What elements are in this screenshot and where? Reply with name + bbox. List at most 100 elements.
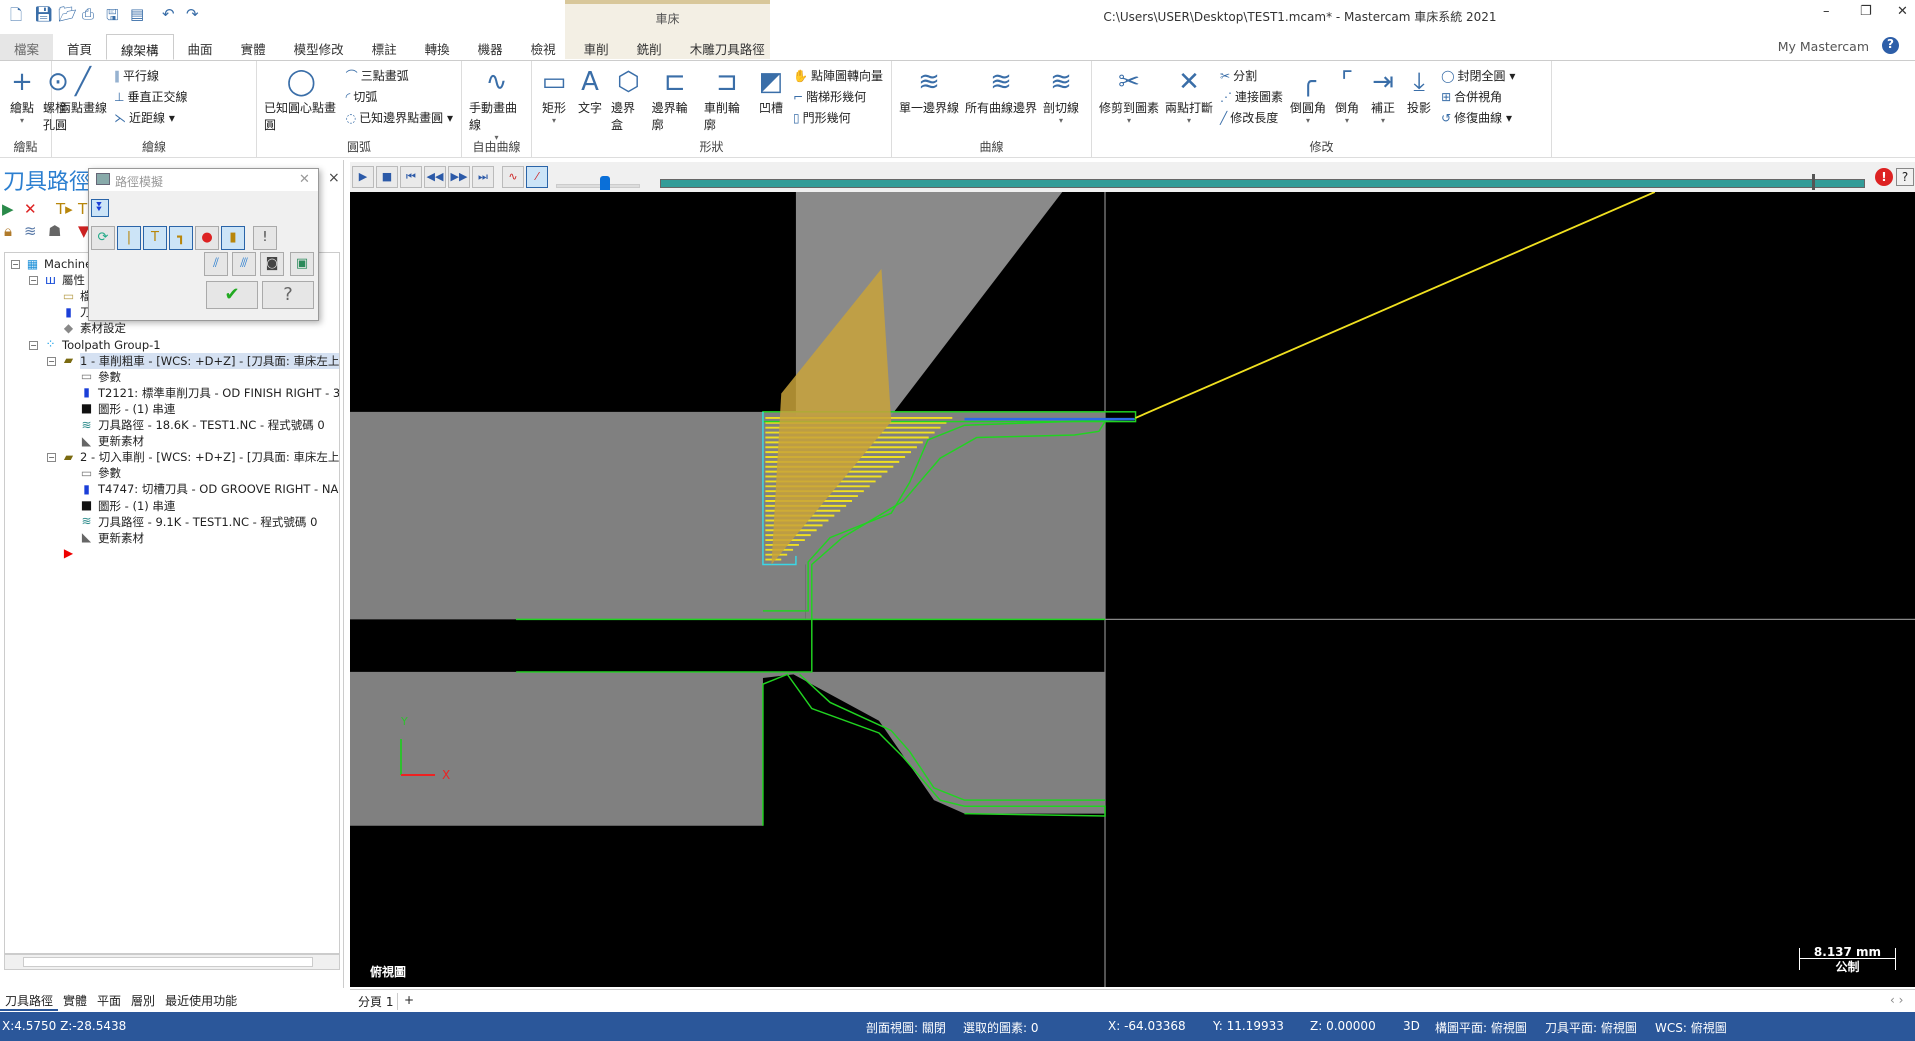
tab-11[interactable]: 銑削 xyxy=(623,34,676,60)
tool-plane[interactable]: 刀具平面: 俯視圖 xyxy=(1545,1019,1637,1036)
tree-item[interactable]: ▶ xyxy=(61,546,80,562)
simulation-progress-bar[interactable] xyxy=(660,179,1865,188)
new-icon[interactable]: 🗋︎ xyxy=(10,5,22,30)
panel-tab-3[interactable]: 層別 xyxy=(126,989,160,1011)
viewsheet-tab-1[interactable]: 分頁 1 xyxy=(354,993,399,1010)
add-viewsheet-button[interactable]: + xyxy=(404,993,414,1007)
ribbon-small-button[interactable]: ⌒ 三點畫弧 xyxy=(346,67,453,84)
panel-tab-1[interactable]: 實體 xyxy=(58,989,92,1011)
ribbon-small-button[interactable]: ✂ 分割 xyxy=(1220,67,1283,84)
step-back-icon[interactable]: ◀◀ xyxy=(424,166,446,188)
expand-dialog-icon[interactable]: ⏬︎ xyxy=(91,199,109,217)
properties-icon[interactable]: ▤ xyxy=(130,5,144,23)
my-mastercam-link[interactable]: My Mastercam xyxy=(1778,39,1869,54)
ribbon-small-button[interactable]: ⌐ 階梯形幾何 xyxy=(793,88,883,105)
show-tool-icon[interactable]: | xyxy=(117,226,141,250)
tab-5[interactable]: 模型修改 xyxy=(280,34,358,60)
construction-plane[interactable]: 構圖平面: 俯視圖 xyxy=(1435,1019,1527,1036)
ribbon-small-button[interactable]: ⋋ 近距線 ▾ xyxy=(114,109,187,126)
section-view-status[interactable]: 剖面視圖: 關閉 xyxy=(866,1019,946,1036)
path-lines-icon[interactable]: ⫽ xyxy=(204,252,228,276)
ribbon-small-button[interactable]: ✋ 點陣圖轉向量 xyxy=(793,67,883,84)
dialog-close-button[interactable]: ✕ xyxy=(299,172,310,187)
tree-item[interactable]: ◣ 更新素材 xyxy=(79,433,144,449)
tree-horizontal-scrollbar[interactable] xyxy=(4,954,340,970)
graphics-viewport[interactable]: Y X 俯視圖 8.137 mm 公制 xyxy=(350,191,1915,987)
tab-4[interactable]: 實體 xyxy=(227,34,280,60)
help-icon[interactable]: ? xyxy=(1882,37,1899,54)
shaded-tool-icon[interactable]: ▮ xyxy=(221,226,245,250)
print-icon[interactable]: ⎙ xyxy=(82,5,94,23)
panel-tab-2[interactable]: 平面 xyxy=(92,989,126,1011)
open-icon[interactable]: 📂︎ xyxy=(58,5,77,23)
ribbon-small-button[interactable]: ◜ 切弧 xyxy=(346,88,453,105)
tree-item[interactable]: ▭ 參數 xyxy=(79,369,121,385)
y-coordinate[interactable]: Y: 11.19933 xyxy=(1213,1019,1284,1033)
lock-icon[interactable]: 🔒︎ xyxy=(4,222,12,240)
tree-expand-toggle[interactable]: − xyxy=(29,340,38,350)
tab-6[interactable]: 標註 xyxy=(358,34,411,60)
panel-tab-4[interactable]: 最近使用功能 xyxy=(160,989,242,1011)
tree-item[interactable]: ◣ 更新素材 xyxy=(79,530,144,546)
tree-expand-toggle[interactable]: − xyxy=(29,276,38,286)
speed-slider[interactable] xyxy=(556,184,640,188)
tree-item[interactable]: ⁘ Toolpath Group-1 xyxy=(43,337,160,353)
tree-item[interactable]: ▦ Machine xyxy=(25,256,92,272)
tab-12[interactable]: 木雕刀具路徑 xyxy=(676,34,779,60)
step-forward-icon[interactable]: ▶▶ xyxy=(448,166,470,188)
save-as-icon[interactable]: 🖫︎ xyxy=(106,5,119,30)
help-button[interactable]: ? xyxy=(262,281,314,309)
go-end-icon[interactable]: ⏭︎ xyxy=(472,166,494,188)
ribbon-small-button[interactable]: ⊥ 垂直正交線 xyxy=(114,88,187,105)
tree-expand-toggle[interactable]: − xyxy=(47,356,56,366)
endpoint-icon[interactable]: ● xyxy=(195,226,219,250)
go-start-icon[interactable]: ⏮︎ xyxy=(400,166,422,188)
panel-tab-0[interactable]: 刀具路徑 xyxy=(0,989,59,1011)
ribbon-small-button[interactable]: ∥ 平行線 xyxy=(114,67,187,84)
close-button[interactable]: ✕ xyxy=(1897,4,1908,19)
tree-item[interactable]: ≋ 刀具路徑 - 18.6K - TEST1.NC - 程式號碼 0 xyxy=(79,417,324,433)
speed-slider-thumb[interactable] xyxy=(600,176,610,190)
regen-dirty-icon[interactable]: T xyxy=(78,200,87,218)
tab-3[interactable]: 曲面 xyxy=(174,34,227,60)
mode-3d-toggle[interactable]: 3D xyxy=(1403,1019,1420,1033)
tree-item[interactable]: ▮ T2121: 標準車削刀具 - OD FINISH RIGHT - 35 DI xyxy=(79,385,339,401)
alert-icon[interactable]: ! xyxy=(253,226,277,250)
stop-simulation-icon[interactable]: ! xyxy=(1875,168,1893,186)
play-icon[interactable]: ▶ xyxy=(352,166,374,188)
undo-icon[interactable]: ↶ xyxy=(162,5,175,23)
tree-item[interactable]: ▮ 刀 xyxy=(61,304,91,320)
tree-expand-toggle[interactable]: − xyxy=(47,453,56,463)
tree-item[interactable]: ▭ 檔 xyxy=(61,288,92,304)
toggle-toolpath-icon[interactable]: ≋ xyxy=(24,222,37,240)
ribbon-small-button[interactable]: ⊞ 合併視角 xyxy=(1441,88,1515,105)
minimize-button[interactable]: – xyxy=(1823,4,1830,19)
tree-item[interactable]: ш 屬性 xyxy=(43,272,85,288)
regen-selected-icon[interactable]: T▸ xyxy=(56,200,73,218)
path-all-icon[interactable]: ⫻ xyxy=(232,252,256,276)
tree-expand-toggle[interactable]: − xyxy=(11,260,20,269)
tree-item[interactable]: ■ 圖形 - (1) 串連 xyxy=(79,401,176,417)
show-shank-icon[interactable]: ┓ xyxy=(169,226,193,250)
ribbon-small-button[interactable]: ◯ 封閉全圓 ▾ xyxy=(1441,67,1515,84)
ok-button[interactable]: ✔ xyxy=(206,281,258,309)
tab-0[interactable]: 檔案 xyxy=(0,34,54,60)
cycle-icon[interactable]: ⟳ xyxy=(91,226,115,250)
tab-2[interactable]: 線架構 xyxy=(106,34,174,60)
ribbon-small-button[interactable]: ↺ 修復曲線 ▾ xyxy=(1441,109,1515,126)
ribbon-small-button[interactable]: ╱ 修改長度 xyxy=(1220,109,1283,126)
scrollbar-thumb[interactable] xyxy=(23,957,313,967)
tab-10[interactable]: 車削 xyxy=(570,34,623,60)
tab-7[interactable]: 轉換 xyxy=(411,34,464,60)
wcs-status[interactable]: WCS: 俯視圖 xyxy=(1655,1019,1727,1036)
tree-item[interactable]: ▰ 1 - 車削粗車 - [WCS: +D+Z] - [刀具面: 車床左上刀 xyxy=(61,352,339,369)
panel-close-button[interactable]: × xyxy=(328,170,340,186)
progress-marker[interactable] xyxy=(1812,174,1815,190)
tree-item[interactable]: ◆ 素材設定 xyxy=(61,320,126,336)
tab-8[interactable]: 機器 xyxy=(464,34,517,60)
tree-item[interactable]: ≋ 刀具路徑 - 9.1K - TEST1.NC - 程式號碼 0 xyxy=(79,514,317,530)
restore-button[interactable]: ❐ xyxy=(1860,4,1872,19)
tree-item[interactable]: ▮ T4747: 切槽刀具 - OD GROOVE RIGHT - NARROW xyxy=(79,481,339,497)
deselect-ops-icon[interactable]: ✕ xyxy=(24,200,37,218)
tree-item[interactable]: ▰ 2 - 切入車削 - [WCS: +D+Z] - [刀具面: 車床左上刀 xyxy=(61,449,339,465)
